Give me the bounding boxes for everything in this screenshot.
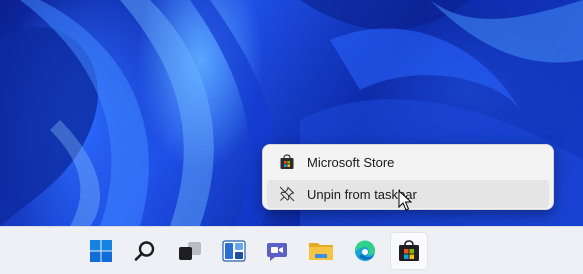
menu-item-microsoft-store[interactable]: Microsoft Store (267, 148, 549, 176)
file-explorer-icon (309, 243, 333, 260)
search-button[interactable] (127, 233, 163, 269)
edge-button[interactable] (347, 233, 383, 269)
taskbar (0, 226, 583, 274)
store-icon (279, 154, 295, 170)
store-taskbar-button[interactable] (391, 233, 427, 269)
start-button[interactable] (83, 233, 119, 269)
task-view-icon (179, 242, 201, 260)
mouse-cursor-icon (398, 189, 413, 216)
widgets-icon (222, 240, 246, 262)
start-icon (90, 240, 112, 262)
search-icon (134, 241, 155, 261)
edge-icon (354, 240, 375, 261)
widgets-button[interactable] (216, 233, 252, 269)
chat-button[interactable] (259, 233, 295, 269)
file-explorer-button[interactable] (303, 233, 339, 269)
task-view-button[interactable] (172, 233, 208, 269)
menu-item-label: Microsoft Store (307, 154, 395, 170)
chat-icon (267, 243, 287, 261)
store-icon (399, 240, 419, 261)
unpin-icon (279, 186, 295, 202)
